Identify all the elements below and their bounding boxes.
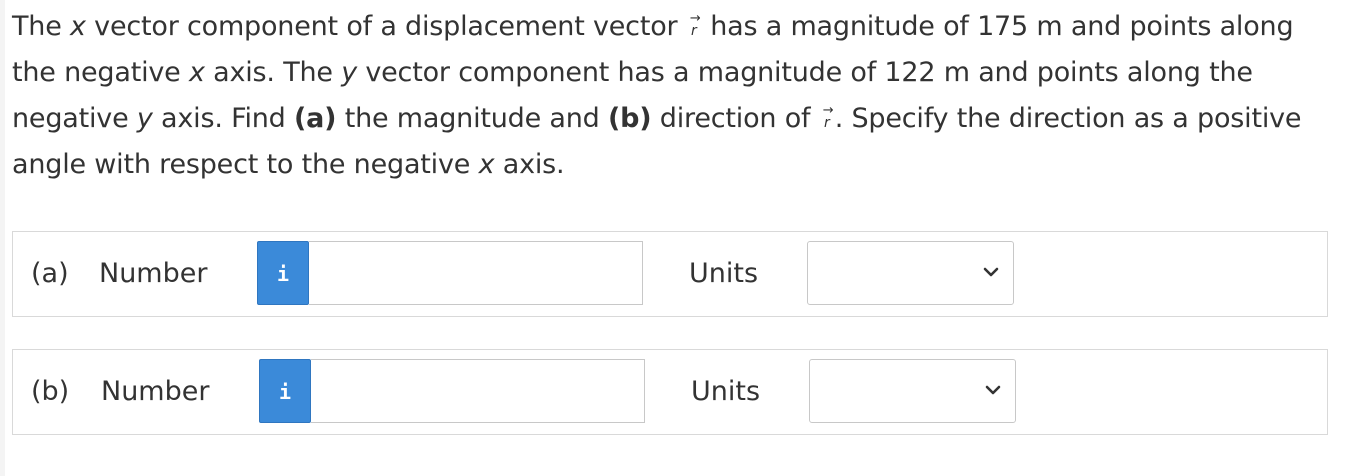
number-input-a[interactable] (309, 241, 643, 305)
number-input-b[interactable] (311, 359, 645, 423)
question-text-segment: direction of (651, 103, 819, 134)
chevron-down-icon (983, 267, 999, 277)
number-label: Number (99, 258, 208, 289)
units-label: Units (691, 376, 761, 407)
question-line-2: the negative x axis. The y vector compon… (12, 50, 1342, 96)
question-text: The x vector component of a displacement… (12, 4, 1342, 188)
part-a-marker: (a) (294, 103, 337, 134)
vector-r-symbol: → r (819, 104, 835, 130)
variable-x: x (188, 57, 205, 88)
question-text-segment: angle with respect to the negative (12, 149, 479, 180)
question-line-4: angle with respect to the negative x axi… (12, 142, 1342, 188)
answer-row-a: (a) Number i Units (12, 231, 1328, 317)
answer-row-b: (b) Number i Units (12, 349, 1328, 435)
variable-x: x (70, 11, 86, 42)
question-text-segment: axis. Find (152, 103, 294, 134)
vector-arrow-icon: → (689, 11, 701, 26)
info-icon: i (278, 380, 292, 404)
part-b-marker: (b) (608, 103, 652, 134)
vector-arrow-icon: → (822, 103, 834, 118)
question-text-segment: axis. The (204, 57, 342, 88)
question-text-segment: vector component has a magnitude of 122 … (356, 57, 1253, 88)
units-select-b[interactable] (809, 359, 1016, 423)
info-button[interactable]: i (259, 359, 311, 423)
question-line-1: The x vector component of a displacement… (12, 4, 1342, 50)
variable-y: y (136, 103, 153, 134)
question-text-segment: The (12, 11, 70, 42)
units-select-a[interactable] (807, 241, 1014, 305)
question-text-segment: the magnitude and (336, 103, 608, 134)
question-text-segment: . Specify the direction as a positive (834, 103, 1302, 134)
variable-x: x (478, 149, 495, 180)
part-label: (b) (31, 376, 70, 407)
question-text-segment: has a magnitude of 175 m and points alon… (701, 11, 1294, 42)
number-label: Number (101, 376, 210, 407)
chevron-down-icon (985, 385, 1001, 395)
question-text-segment: vector component of a displacement vecto… (85, 11, 686, 42)
question-text-segment: axis. (494, 149, 565, 180)
info-button[interactable]: i (257, 241, 309, 305)
units-label: Units (689, 258, 759, 289)
part-label: (a) (31, 258, 69, 289)
question-line-3: negative y axis. Find (a) the magnitude … (12, 96, 1342, 142)
vector-r-symbol: → r (686, 12, 702, 38)
page-left-edge (0, 0, 5, 476)
variable-y: y (341, 57, 357, 88)
question-text-segment: the negative (12, 57, 189, 88)
info-icon: i (276, 262, 290, 286)
question-text-segment: negative (12, 103, 137, 134)
